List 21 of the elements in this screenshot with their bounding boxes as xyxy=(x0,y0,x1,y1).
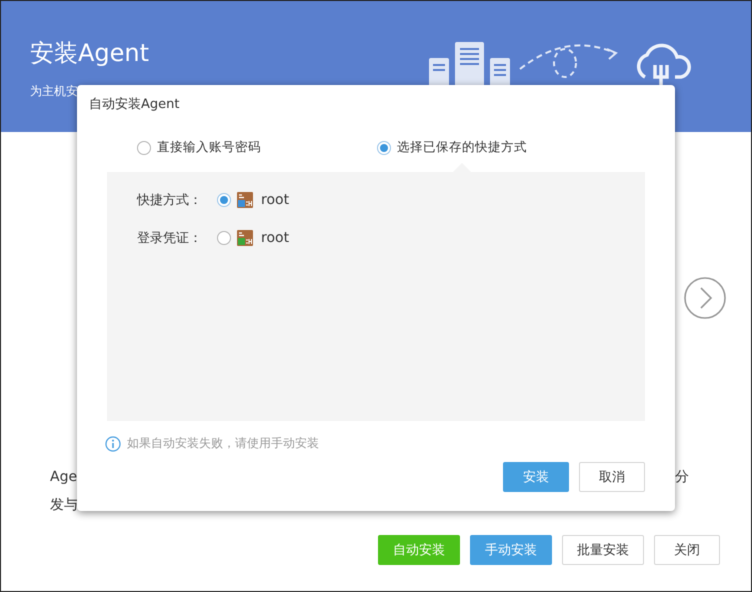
info-icon xyxy=(105,436,121,452)
radio-label[interactable]: 选择已保存的快捷方式 xyxy=(397,139,527,156)
radio-button[interactable] xyxy=(217,231,231,245)
radio-button[interactable] xyxy=(217,193,231,207)
page-subtitle: 为主机安 xyxy=(30,83,78,100)
button[interactable]: 关闭 xyxy=(654,535,720,565)
description-text: Age xyxy=(50,469,78,485)
description-text: 发与 xyxy=(50,497,78,513)
radio-button[interactable] xyxy=(137,140,151,154)
page-title: 安装Agent xyxy=(30,38,150,69)
description-text: 分 xyxy=(675,469,689,485)
radio-label[interactable]: 直接输入账号密码 xyxy=(157,139,261,156)
button[interactable]: 取消 xyxy=(579,462,645,492)
button[interactable]: 批量安装 xyxy=(562,535,644,565)
field-label: 快捷方式： xyxy=(137,192,203,209)
radio-button[interactable] xyxy=(377,140,391,154)
dialog-title: 自动安装Agent xyxy=(89,96,180,113)
field-label: 登录凭证： xyxy=(137,230,203,247)
shortcut-name: root xyxy=(261,230,290,246)
hint-text: 如果自动安装失败，请使用手动安装 xyxy=(127,435,319,452)
shortcut-name: root xyxy=(261,192,290,208)
